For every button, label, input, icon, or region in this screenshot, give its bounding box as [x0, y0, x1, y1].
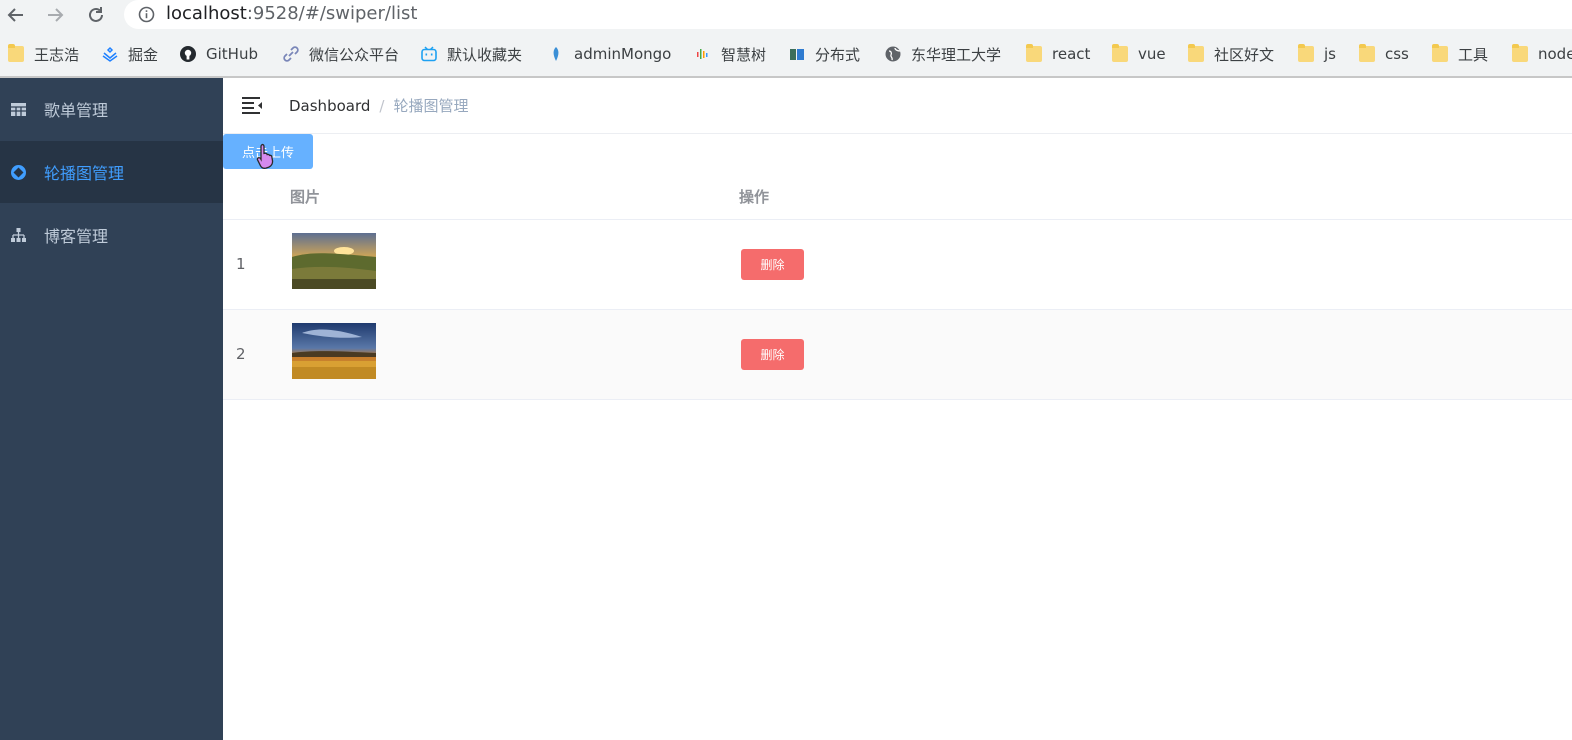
breadcrumb-current: 轮播图管理	[393, 97, 469, 115]
sidebar: 歌单管理 轮播图管理 博客管理	[0, 78, 223, 740]
delete-button[interactable]: 删除	[741, 249, 804, 280]
row-index: 1	[236, 255, 246, 273]
swiper-table: 图片 操作 1 删除 2 删除	[223, 174, 1572, 400]
upload-button[interactable]: 点击上传	[223, 134, 313, 169]
bookmark-item[interactable]: 社区好文	[1188, 43, 1274, 65]
breadcrumb: Dashboard / 轮播图管理	[289, 95, 468, 116]
folder-icon	[1512, 44, 1528, 62]
book-icon	[790, 49, 804, 60]
info-icon	[138, 6, 155, 23]
table-row: 1 删除	[223, 220, 1572, 310]
back-button[interactable]	[3, 2, 29, 28]
sidebar-item-playlist[interactable]: 歌单管理	[0, 78, 223, 140]
bilibili-icon	[421, 46, 437, 62]
bookmark-item[interactable]: 掘金	[102, 43, 158, 65]
folder-icon	[8, 44, 24, 62]
folder-icon	[1112, 44, 1128, 62]
globe-icon	[885, 46, 901, 62]
bookmark-item[interactable]: node	[1512, 43, 1572, 65]
arrow-left-icon	[7, 8, 23, 22]
bookmark-item[interactable]: GitHub	[180, 43, 258, 65]
tree-icon	[11, 227, 26, 242]
browser-chrome: localhost:9528/#/swiper/list 王志浩 掘金 GitH…	[0, 0, 1572, 78]
address-bar[interactable]: localhost:9528/#/swiper/list	[124, 0, 1572, 29]
breadcrumb-separator: /	[379, 97, 385, 115]
bookmark-item[interactable]: 微信公众平台	[283, 43, 399, 65]
column-header-action: 操作	[739, 188, 770, 206]
mongo-leaf-icon	[553, 47, 559, 61]
juejin-icon	[102, 46, 118, 62]
reload-button[interactable]	[83, 2, 109, 28]
bookmark-item[interactable]: 智慧树	[695, 43, 766, 65]
bookmark-item[interactable]: adminMongo	[548, 43, 671, 65]
bookmark-item[interactable]: 分布式	[789, 43, 860, 65]
bookmark-item[interactable]: 东华理工大学	[885, 43, 1001, 65]
link-icon	[283, 46, 299, 62]
swiper-icon	[11, 164, 26, 180]
breadcrumb-dashboard[interactable]: Dashboard	[289, 97, 370, 115]
bookmark-item[interactable]: css	[1359, 43, 1409, 65]
bookmarks-bar: 王志浩 掘金 GitHub 微信公众平台 默认收藏夹 adminMongo 智慧…	[0, 36, 1572, 72]
delete-button[interactable]: 删除	[741, 339, 804, 370]
url-text: localhost:9528/#/swiper/list	[166, 3, 418, 24]
row-index: 2	[236, 345, 246, 363]
navbar: Dashboard / 轮播图管理	[223, 78, 1572, 134]
swiper-thumbnail	[292, 323, 376, 379]
table-icon	[11, 102, 26, 116]
reload-icon	[89, 7, 103, 22]
bookmark-item[interactable]: 工具	[1432, 43, 1488, 65]
table-row: 2 删除	[223, 310, 1572, 400]
zhihuishu-icon	[697, 49, 708, 59]
bookmark-item[interactable]: react	[1026, 43, 1090, 65]
github-icon	[180, 46, 196, 62]
column-header-image: 图片	[290, 188, 321, 206]
folder-icon	[1359, 44, 1375, 62]
sidebar-item-blog[interactable]: 博客管理	[0, 204, 223, 266]
folder-icon	[1188, 44, 1204, 62]
bookmark-item[interactable]: 王志浩	[8, 43, 79, 65]
swiper-thumbnail	[292, 233, 376, 289]
hamburger-icon[interactable]	[241, 95, 263, 115]
forward-button[interactable]	[42, 2, 68, 28]
arrow-right-icon	[48, 8, 64, 22]
folder-icon	[1026, 44, 1042, 62]
table-header: 图片 操作	[223, 174, 1572, 220]
bookmark-item[interactable]: 默认收藏夹	[421, 43, 522, 65]
folder-icon	[1298, 44, 1314, 62]
main-content: Dashboard / 轮播图管理 点击上传 图片 操作 1 删除 2 删除	[223, 78, 1572, 740]
browser-nav-row: localhost:9528/#/swiper/list	[0, 0, 1572, 30]
sidebar-item-swiper[interactable]: 轮播图管理	[0, 141, 223, 203]
folder-icon	[1432, 44, 1448, 62]
bookmark-item[interactable]: js	[1298, 43, 1336, 65]
bookmark-item[interactable]: vue	[1112, 43, 1166, 65]
